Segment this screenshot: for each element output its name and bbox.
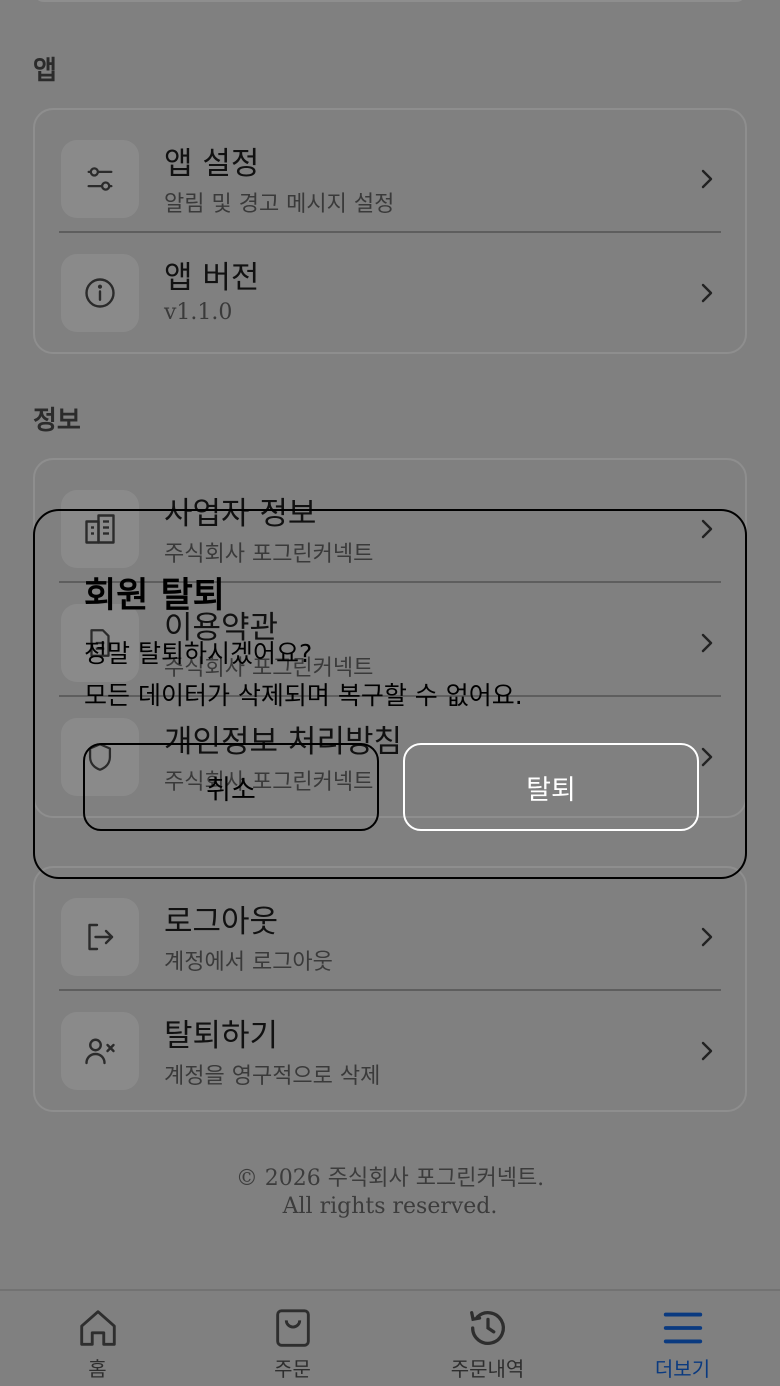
menu-item-subtitle: 계정에서 로그아웃 [164,950,333,975]
section-title-app: 앱 [33,56,57,86]
info-icon [61,254,139,332]
shopping-bag-icon [276,1309,310,1347]
nav-label: 홈 [88,1357,107,1381]
chevron-right-icon [701,927,713,947]
menu-item-subtitle: 계정을 영구적으로 삭제 [164,1064,381,1089]
nav-item-order-history[interactable]: 주문내역 [390,1291,585,1386]
dialog-message-line2: 모든 데이터가 삭제되며 복구할 수 없어요. [84,681,523,710]
footer-copyright: © 2026 주식회사 포그린커넥트. [235,1166,545,1191]
user-remove-icon [61,1012,139,1090]
dialog-title: 회원 탈퇴 [84,576,225,616]
sliders-icon [61,140,139,218]
confirm-withdraw-button[interactable]: 탈퇴 [403,743,699,831]
menu-item-app-settings[interactable]: 앱 설정 알림 및 경고 메시지 설정 [59,114,721,228]
nav-label: 더보기 [654,1357,711,1381]
menu-item-withdraw[interactable]: 탈퇴하기 계정을 영구적으로 삭제 [59,986,721,1100]
nav-label: 주문 [274,1357,311,1381]
chevron-right-icon [701,283,713,303]
menu-item-title: 앱 버전 [164,260,260,296]
bottom-nav: 홈 주문 주문내역 더보기 [0,1289,780,1386]
menu-item-subtitle: 알림 및 경고 메시지 설정 [164,192,395,217]
chevron-right-icon [701,1041,713,1061]
menu-item-title: 로그아웃 [164,904,279,940]
menu-icon [663,1312,703,1344]
withdraw-confirm-dialog: 회원 탈퇴 정말 탈퇴하시겠어요? 모든 데이터가 삭제되며 복구할 수 없어요… [33,509,747,879]
account-card: 로그아웃 계정에서 로그아웃 탈퇴하기 계정을 영구적으로 삭제 [33,866,747,1112]
nav-item-more[interactable]: 더보기 [585,1291,780,1386]
menu-item-app-version[interactable]: 앱 버전 v1.1.0 [59,228,721,342]
menu-item-subtitle: v1.1.0 [164,300,233,325]
section-title-info: 정보 [33,406,81,436]
nav-item-home[interactable]: 홈 [0,1291,195,1386]
menu-item-title: 앱 설정 [164,146,260,182]
app-settings-card: 앱 설정 알림 및 경고 메시지 설정 앱 버전 v1.1.0 [33,108,747,354]
nav-item-order[interactable]: 주문 [195,1291,390,1386]
nav-label: 주문내역 [450,1357,525,1381]
dialog-message-line1: 정말 탈퇴하시겠어요? [84,639,313,668]
logout-icon [61,898,139,976]
chevron-right-icon [701,169,713,189]
dialog-message: 정말 탈퇴하시겠어요? 모든 데이터가 삭제되며 복구할 수 없어요. [84,633,523,717]
home-icon [80,1310,116,1346]
footer-rights: All rights reserved. [282,1194,498,1219]
menu-item-logout[interactable]: 로그아웃 계정에서 로그아웃 [59,872,721,986]
history-icon [470,1311,505,1345]
cancel-button[interactable]: 취소 [83,743,379,831]
menu-item-title: 탈퇴하기 [164,1018,279,1054]
top-card-edge [33,0,747,2]
